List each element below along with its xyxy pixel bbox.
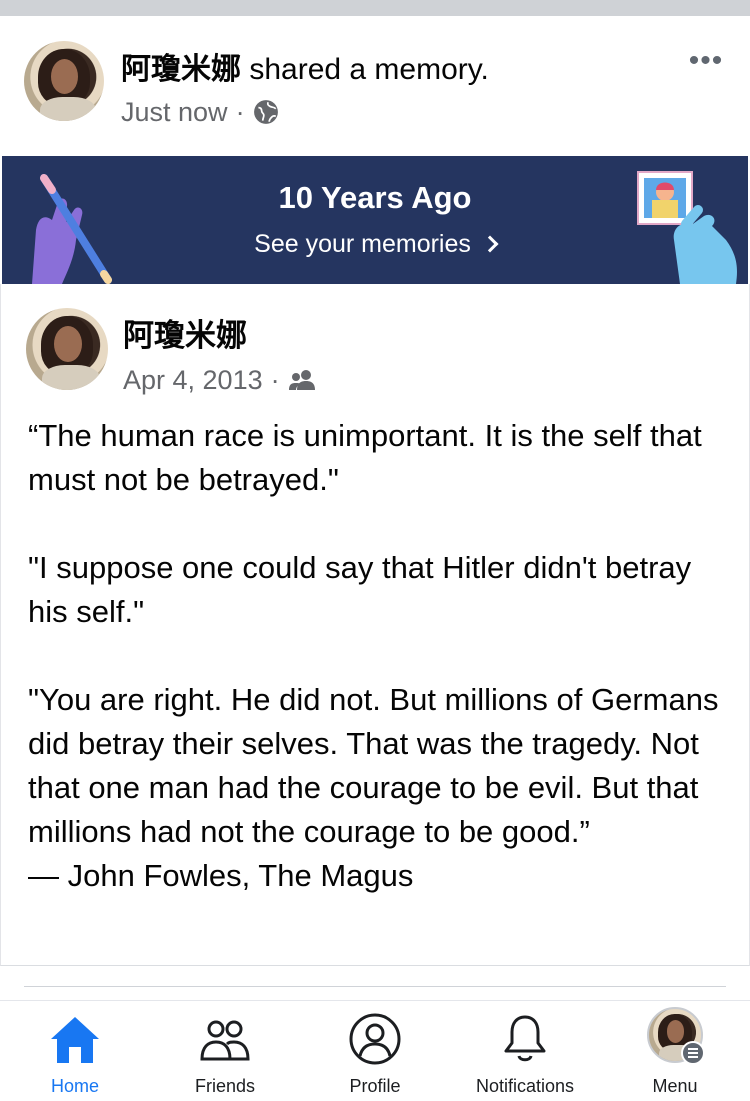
meta-separator: · [270,365,280,395]
post-body: “The human race is unimportant. It is th… [28,414,733,898]
nav-friends-label: Friends [194,1076,256,1096]
nav-profile-label: Profile [349,1076,401,1096]
post-time[interactable]: Just now [121,94,228,130]
bell-icon [504,1015,546,1062]
profile-icon [349,1013,401,1065]
see-memories-label: See your memories [254,230,471,258]
nav-notifications-label: Notifications [475,1076,575,1096]
photo-hand-illustration [637,171,737,284]
reactions-divider [24,986,726,987]
home-icon [51,1017,99,1063]
nav-home-label: Home [50,1076,99,1096]
nav-home[interactable]: Home [0,1001,150,1101]
memory-author-name[interactable]: 阿瓊米娜 [123,316,247,356]
chevron-right-icon [481,235,499,253]
top-status-strip [0,0,750,16]
nav-profile[interactable]: Profile [300,1001,450,1101]
post-meta: Just now · [121,94,279,130]
post-author-line: 阿瓊米娜 shared a memory. [121,50,489,90]
memory-post-card: 阿瓊米娜 Apr 4, 2013 · “The human race is un… [0,284,750,966]
friends-audience-icon [288,370,315,390]
memory-author-avatar[interactable] [26,308,108,390]
quote-paragraph-2: "I suppose one could say that Hitler did… [28,550,692,629]
memory-post-meta: Apr 4, 2013 · [123,362,316,398]
author-name[interactable]: 阿瓊米娜 [121,53,241,86]
post-header: 阿瓊米娜 shared a memory. Just now · ••• [0,16,750,156]
feed-page: 阿瓊米娜 shared a memory. Just now · ••• 10 … [0,16,750,1100]
shared-action-text: shared a memory. [249,53,489,86]
menu-avatar-icon [647,1007,705,1065]
nav-menu[interactable]: Menu [600,1001,750,1101]
memories-banner[interactable]: 10 Years Ago See your memories [2,156,748,284]
memory-post-date[interactable]: Apr 4, 2013 [123,362,263,398]
nav-menu-label: Menu [652,1076,698,1096]
friends-icon [200,1020,250,1061]
globe-icon [253,100,278,124]
bottom-navigation: Home Friends Profile Notifications Menu [0,1000,750,1100]
meta-separator: · [235,97,245,127]
quote-paragraph-3: "You are right. He did not. But millions… [28,682,719,849]
nav-notifications[interactable]: Notifications [450,1001,600,1101]
author-avatar[interactable] [24,41,104,121]
more-options-icon[interactable]: ••• [686,46,726,76]
hamburger-badge-icon [681,1041,705,1065]
quote-attribution: — John Fowles, The Magus [28,858,414,893]
nav-friends[interactable]: Friends [150,1001,300,1101]
quote-paragraph-1: “The human race is unimportant. It is th… [28,418,702,497]
